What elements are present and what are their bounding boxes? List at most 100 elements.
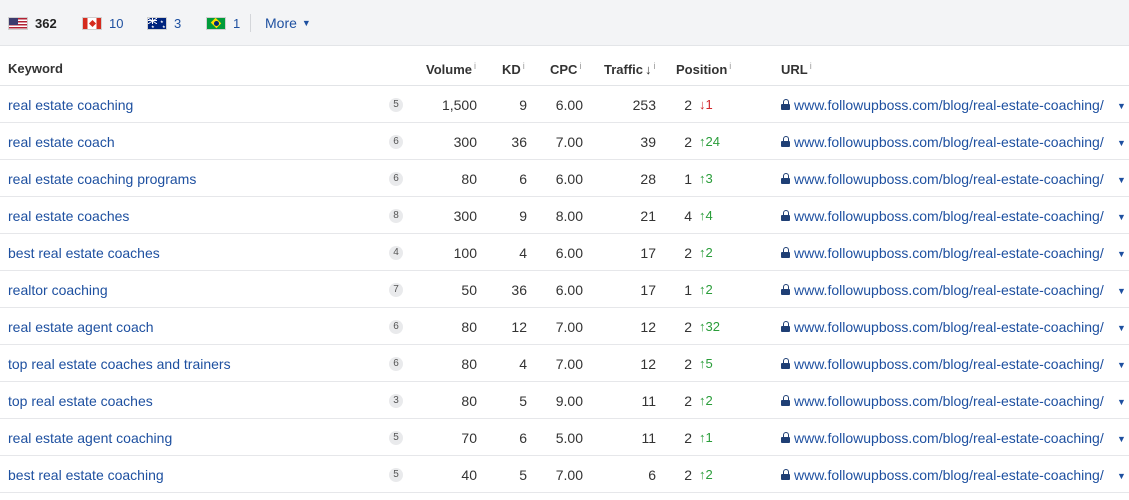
traffic-value: 17 (640, 245, 656, 261)
position-value: 2 (684, 467, 692, 483)
table-row: real estate coaching 5 1,500 9 6.00 253 … (0, 86, 1129, 123)
country-filter-au[interactable]: ★ ★ ★ 3 (147, 15, 181, 31)
country-filter-us[interactable]: 362 (8, 15, 57, 31)
position-change: ↑5 (699, 356, 713, 371)
cpc-value: 6.00 (555, 245, 583, 261)
lock-icon (781, 136, 790, 147)
column-header-kd[interactable]: KD i (502, 61, 525, 77)
keyword-link[interactable]: realtor coaching (8, 282, 108, 298)
table-row: top real estate coaches 3 80 5 9.00 11 2… (0, 382, 1129, 419)
url-link[interactable]: www.followupboss.com/blog/real-estate-co… (794, 171, 1104, 187)
position-value: 2 (684, 97, 692, 113)
country-filter-ca[interactable]: 10 (82, 15, 123, 31)
url-dropdown-caret-icon[interactable]: ▼ (1117, 323, 1126, 333)
country-count: 10 (109, 15, 124, 31)
info-icon[interactable]: i (810, 61, 812, 71)
url-link[interactable]: www.followupboss.com/blog/real-estate-co… (794, 208, 1104, 224)
table-row: real estate agent coach 6 80 12 7.00 12 … (0, 308, 1129, 345)
serp-features-badge[interactable]: 6 (389, 135, 403, 149)
australia-flag-icon: ★ ★ ★ (147, 16, 167, 30)
lock-icon (781, 432, 790, 443)
column-header-cpc[interactable]: CPC i (550, 61, 581, 77)
serp-features-badge[interactable]: 8 (389, 209, 403, 223)
keyword-link[interactable]: real estate agent coach (8, 319, 154, 335)
keyword-link[interactable]: best real estate coaching (8, 467, 164, 483)
traffic-value: 253 (632, 97, 656, 113)
serp-features-badge[interactable]: 5 (389, 98, 403, 112)
table-row: best real estate coaches 4 100 4 6.00 17… (0, 234, 1129, 271)
url-link[interactable]: www.followupboss.com/blog/real-estate-co… (794, 393, 1104, 409)
volume-value: 300 (453, 134, 477, 150)
column-header-url[interactable]: URL i (781, 61, 812, 77)
column-header-volume[interactable]: Volume i (426, 61, 476, 77)
keyword-link[interactable]: best real estate coaches (8, 245, 160, 261)
table-header: Keyword Volume i KD i CPC i Traffic ↓ i Posit… (0, 47, 1129, 86)
keyword-link[interactable]: real estate coaching programs (8, 171, 196, 187)
column-header-traffic[interactable]: Traffic ↓ i (604, 61, 656, 77)
position-change: ↑2 (699, 393, 713, 408)
position-value: 1 (684, 282, 692, 298)
info-icon[interactable]: i (474, 61, 476, 71)
url-dropdown-caret-icon[interactable]: ▼ (1117, 471, 1126, 481)
position-change: ↑2 (699, 467, 713, 482)
url-link[interactable]: www.followupboss.com/blog/real-estate-co… (794, 467, 1104, 483)
url-dropdown-caret-icon[interactable]: ▼ (1117, 286, 1126, 296)
position-change: ↑2 (699, 282, 713, 297)
position-value: 4 (684, 208, 692, 224)
brazil-flag-icon (206, 16, 226, 30)
url-link[interactable]: www.followupboss.com/blog/real-estate-co… (794, 97, 1104, 113)
volume-value: 50 (461, 282, 477, 298)
url-dropdown-caret-icon[interactable]: ▼ (1117, 434, 1126, 444)
traffic-value: 11 (641, 430, 656, 446)
url-link[interactable]: www.followupboss.com/blog/real-estate-co… (794, 245, 1104, 261)
url-link[interactable]: www.followupboss.com/blog/real-estate-co… (794, 356, 1104, 372)
column-header-keyword[interactable]: Keyword (8, 61, 63, 76)
caret-down-icon: ▼ (301, 17, 311, 28)
position-change: ↑24 (699, 134, 720, 149)
cpc-value: 6.00 (555, 282, 583, 298)
country-filter-br[interactable]: 1 (206, 15, 240, 31)
url-dropdown-caret-icon[interactable]: ▼ (1117, 138, 1126, 148)
url-link[interactable]: www.followupboss.com/blog/real-estate-co… (794, 430, 1104, 446)
cpc-value: 6.00 (555, 171, 583, 187)
info-icon[interactable]: i (523, 61, 525, 71)
volume-value: 300 (453, 208, 477, 224)
column-header-position[interactable]: Position i (676, 61, 731, 77)
keyword-link[interactable]: real estate coaches (8, 208, 129, 224)
keyword-link[interactable]: real estate agent coaching (8, 430, 172, 446)
url-dropdown-caret-icon[interactable]: ▼ (1117, 175, 1126, 185)
url-link[interactable]: www.followupboss.com/blog/real-estate-co… (794, 319, 1104, 335)
url-dropdown-caret-icon[interactable]: ▼ (1117, 360, 1126, 370)
url-link[interactable]: www.followupboss.com/blog/real-estate-co… (794, 134, 1104, 150)
serp-features-badge[interactable]: 5 (389, 431, 403, 445)
serp-features-badge[interactable]: 6 (389, 172, 403, 186)
keyword-link[interactable]: real estate coaching (8, 97, 133, 113)
url-dropdown-caret-icon[interactable]: ▼ (1117, 249, 1126, 259)
info-icon[interactable]: i (729, 61, 731, 71)
url-dropdown-caret-icon[interactable]: ▼ (1117, 101, 1126, 111)
serp-features-badge[interactable]: 7 (389, 283, 403, 297)
more-countries-button[interactable]: More ▼ (265, 15, 311, 31)
volume-value: 1,500 (441, 97, 477, 113)
info-icon[interactable]: i (654, 61, 656, 71)
keyword-link[interactable]: top real estate coaches and trainers (8, 356, 231, 372)
keyword-link[interactable]: real estate coach (8, 134, 115, 150)
kd-value: 36 (511, 282, 527, 298)
kd-value: 9 (519, 208, 527, 224)
position-value: 2 (684, 134, 692, 150)
url-dropdown-caret-icon[interactable]: ▼ (1117, 212, 1126, 222)
url-dropdown-caret-icon[interactable]: ▼ (1117, 397, 1126, 407)
traffic-value: 21 (640, 208, 656, 224)
serp-features-badge[interactable]: 4 (389, 246, 403, 260)
serp-features-badge[interactable]: 6 (389, 320, 403, 334)
country-count: 3 (174, 15, 182, 31)
url-link[interactable]: www.followupboss.com/blog/real-estate-co… (794, 282, 1104, 298)
serp-features-badge[interactable]: 5 (389, 468, 403, 482)
info-icon[interactable]: i (579, 61, 581, 71)
serp-features-badge[interactable]: 6 (389, 357, 403, 371)
lock-icon (781, 358, 790, 369)
keyword-link[interactable]: top real estate coaches (8, 393, 153, 409)
table-row: best real estate coaching 5 40 5 7.00 6 … (0, 456, 1129, 493)
serp-features-badge[interactable]: 3 (389, 394, 403, 408)
volume-value: 80 (461, 393, 477, 409)
